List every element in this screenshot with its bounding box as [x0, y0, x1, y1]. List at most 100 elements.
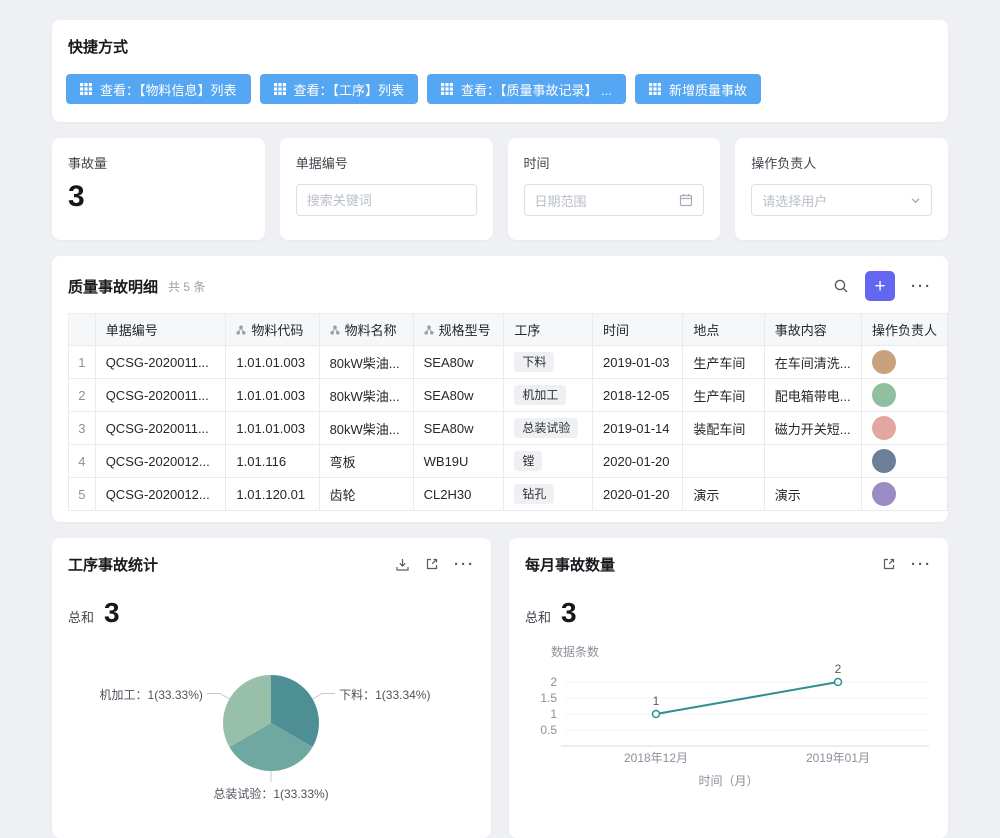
shortcut-label: 查看：【工序】列表	[294, 80, 405, 99]
total-label: 总和	[68, 607, 94, 626]
row-number: 1	[69, 346, 96, 379]
owner-select-placeholder: 请选择用户	[762, 191, 827, 210]
column-header-spec[interactable]: 规格型号	[413, 314, 504, 346]
accident-detail-card: 质量事故明细 共 5 条 + ··· 单据编号 物料代码物料名称 规格型号 工序 时间 地…	[52, 256, 948, 522]
cell-content: 在车间清洗...	[764, 346, 861, 379]
table-row[interactable]: 5QCSG-2020012...1.01.120.01齿轮CL2H30钻孔202…	[69, 478, 948, 511]
column-header-label: 规格型号	[439, 320, 491, 339]
pie-label-line	[313, 694, 336, 700]
save-image-button[interactable]	[395, 557, 410, 572]
table-row[interactable]: 4QCSG-2020012...1.01.116弯板WB19U镗2020-01-…	[69, 445, 948, 478]
row-number: 5	[69, 478, 96, 511]
cell-code: 1.01.01.003	[226, 412, 319, 445]
detail-table-body: 1QCSG-2020011...1.01.01.00380kW柴油...SEA8…	[69, 346, 948, 511]
column-header-label: 单据编号	[106, 320, 158, 339]
column-header-name[interactable]: 物料名称	[319, 314, 413, 346]
shortcuts-card: 快捷方式 查看：【物料信息】列表 查看：【工序】列表 查看：【质量事故记录】 .…	[52, 20, 948, 122]
expand-chart-button[interactable]	[425, 557, 439, 571]
monthly-count-title: 每月事故数量	[525, 554, 615, 575]
doc-number-label: 单据编号	[296, 153, 477, 172]
cell-owner	[861, 379, 947, 412]
shortcut-label: 查看：【物料信息】列表	[100, 80, 237, 99]
x-tick-label: 2019年01月	[806, 751, 870, 765]
y-tick-label: 1.5	[540, 691, 557, 705]
owner-filter-card: 操作负责人 请选择用户	[735, 138, 948, 240]
shortcut-new-accident-button[interactable]: 新增质量事故	[635, 74, 761, 104]
data-point[interactable]	[653, 711, 660, 718]
table-row[interactable]: 2QCSG-2020011...1.01.01.00380kW柴油...SEA8…	[69, 379, 948, 412]
cell-time: 2020-01-20	[593, 478, 683, 511]
avatar[interactable]	[872, 350, 896, 374]
shortcuts-title: 快捷方式	[66, 38, 934, 58]
process-tag: 机加工	[514, 385, 566, 405]
record-count: 共 5 条	[168, 278, 205, 295]
date-range-input[interactable]: 日期范围	[524, 184, 705, 216]
filter-row: 事故量 3 单据编号 时间 日期范围 操作负责人 请选择用户	[52, 138, 948, 240]
column-header-owner[interactable]: 操作负责人	[861, 314, 947, 346]
monthly-total-row: 总和 3	[525, 599, 932, 627]
doc-number-filter-card: 单据编号	[280, 138, 493, 240]
monthly-line-chart[interactable]: 0.511.522018年12月2019年01月12	[525, 662, 932, 766]
avatar[interactable]	[872, 383, 896, 407]
accident-count-value: 3	[68, 182, 249, 212]
data-point[interactable]	[835, 679, 842, 686]
expand-chart-button[interactable]	[882, 557, 896, 571]
monthly-count-header: 每月事故数量 ···	[525, 553, 932, 575]
column-header-process[interactable]: 工序	[504, 314, 593, 346]
accident-count-card: 事故量 3	[52, 138, 265, 240]
accident-count-label: 事故量	[68, 153, 249, 172]
doc-number-search-input[interactable]	[296, 184, 477, 216]
column-header-place[interactable]: 地点	[683, 314, 764, 346]
chart-more-button[interactable]: ···	[911, 556, 932, 573]
cell-code: 1.01.116	[226, 445, 319, 478]
cell-spec: SEA80w	[413, 346, 504, 379]
time-filter-label: 时间	[524, 153, 705, 172]
avatar[interactable]	[872, 416, 896, 440]
process-pie-chart[interactable]	[68, 635, 475, 838]
table-row[interactable]: 3QCSG-2020011...1.01.01.00380kW柴油...SEA8…	[69, 412, 948, 445]
add-record-button[interactable]: +	[865, 271, 895, 301]
column-header-content[interactable]: 事故内容	[764, 314, 861, 346]
shortcut-view-process-list-button[interactable]: 查看：【工序】列表	[260, 74, 419, 104]
shortcut-label: 查看：【质量事故记录】 ...	[461, 80, 612, 99]
table-row[interactable]: 1QCSG-2020011...1.01.01.00380kW柴油...SEA8…	[69, 346, 948, 379]
cell-time: 2018-12-05	[593, 379, 683, 412]
cell-content	[764, 445, 861, 478]
cell-content: 演示	[764, 478, 861, 511]
cell-name: 80kW柴油...	[319, 346, 413, 379]
avatar[interactable]	[872, 482, 896, 506]
monthly-count-card: 每月事故数量 ··· 总和 3 数据条数 0.511.522018年12月201…	[509, 538, 948, 838]
table-more-button[interactable]: ···	[911, 278, 932, 295]
shortcut-view-accident-records-button[interactable]: 查看：【质量事故记录】 ...	[427, 74, 626, 104]
column-header-label: 工序	[514, 320, 540, 339]
accident-detail-header: 质量事故明细 共 5 条 + ···	[52, 271, 948, 301]
cell-owner	[861, 346, 947, 379]
cell-place: 演示	[683, 478, 764, 511]
cell-doc: QCSG-2020011...	[95, 412, 226, 445]
owner-select[interactable]: 请选择用户	[751, 184, 932, 216]
point-value-label: 2	[835, 662, 842, 676]
process-tag: 镗	[514, 451, 542, 471]
search-button[interactable]	[833, 278, 849, 294]
cell-time: 2019-01-14	[593, 412, 683, 445]
owner-filter-label: 操作负责人	[751, 153, 932, 172]
column-header-time[interactable]: 时间	[593, 314, 683, 346]
row-number: 2	[69, 379, 96, 412]
calendar-icon	[679, 193, 693, 207]
column-header-doc[interactable]: 单据编号	[95, 314, 226, 346]
pie-slice-label: 总装试验：1(33.33%)	[213, 785, 328, 802]
column-header-label: 物料代码	[251, 320, 303, 339]
shortcut-view-material-list-button[interactable]: 查看：【物料信息】列表	[66, 74, 251, 104]
chevron-down-icon	[910, 195, 921, 206]
search-icon	[833, 278, 849, 294]
column-header-label: 时间	[603, 320, 629, 339]
avatar[interactable]	[872, 449, 896, 473]
cell-owner	[861, 445, 947, 478]
column-header-index[interactable]	[69, 314, 96, 346]
column-header-label: 操作负责人	[872, 320, 937, 339]
column-header-code[interactable]: 物料代码	[226, 314, 319, 346]
plus-icon: +	[874, 277, 885, 296]
cell-doc: QCSG-2020011...	[95, 346, 226, 379]
chart-more-button[interactable]: ···	[454, 556, 475, 573]
process-stats-title: 工序事故统计	[68, 554, 158, 575]
